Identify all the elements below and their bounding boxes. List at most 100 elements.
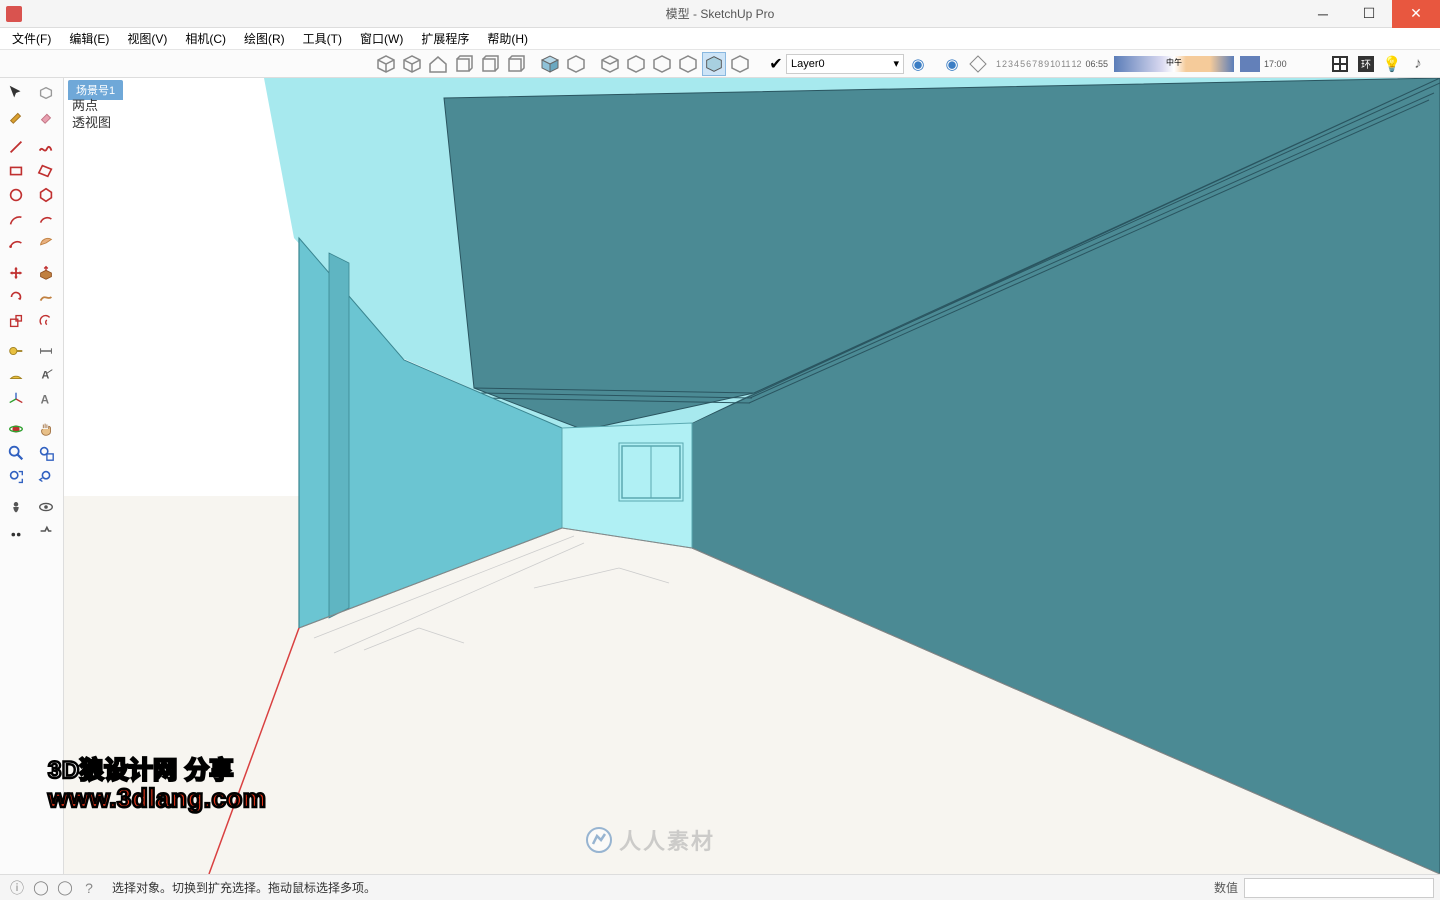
followme-tool[interactable]	[32, 286, 60, 308]
svg-text:环: 环	[1361, 60, 1371, 71]
shadow-diamond-icon[interactable]	[966, 52, 990, 76]
app-icon	[6, 6, 22, 22]
svg-text:A: A	[41, 394, 50, 407]
zoom-prev-tool[interactable]	[32, 466, 60, 488]
layer-checkmark-icon[interactable]: ✔	[768, 56, 784, 72]
status-help-icon[interactable]: ?	[78, 877, 100, 899]
status-message: 选择对象。切换到扩充选择。拖动鼠标选择多项。	[112, 879, 376, 896]
component-tool[interactable]	[32, 82, 60, 104]
eco-icon[interactable]: 环	[1354, 52, 1378, 76]
status-globe-icon[interactable]: ◯	[54, 877, 76, 899]
look-around-tool[interactable]	[32, 496, 60, 518]
time-end-label: 17:00	[1264, 59, 1287, 69]
rectangle-tool[interactable]	[2, 160, 30, 182]
cube1-icon[interactable]	[452, 52, 476, 76]
minimize-button[interactable]: ─	[1300, 0, 1346, 28]
time-end-block	[1240, 56, 1260, 72]
protractor-tool[interactable]	[2, 364, 30, 386]
menu-help[interactable]: 帮助(H)	[481, 30, 534, 47]
svg-text:A: A	[42, 370, 50, 382]
style5-icon[interactable]	[702, 52, 726, 76]
close-button[interactable]: ✕	[1392, 0, 1440, 28]
shaded-icon[interactable]	[538, 52, 562, 76]
freehand-tool[interactable]	[32, 136, 60, 158]
statusbar: ⓘ ◯ ◯ ? 选择对象。切换到扩充选择。拖动鼠标选择多项。 数值	[0, 874, 1440, 900]
text3d-tool[interactable]: A	[32, 388, 60, 410]
polygon-tool[interactable]	[32, 184, 60, 206]
pie-tool[interactable]	[32, 232, 60, 254]
zoom-window-tool[interactable]	[32, 442, 60, 464]
zoom-tool[interactable]	[2, 442, 30, 464]
lightbulb-icon[interactable]: 💡	[1380, 52, 1404, 76]
select-tool[interactable]	[2, 82, 30, 104]
window-title: 模型 - SketchUp Pro	[666, 5, 775, 22]
menubar: 文件(F) 编辑(E) 视图(V) 相机(C) 绘图(R) 工具(T) 窗口(W…	[0, 28, 1440, 50]
menu-file[interactable]: 文件(F)	[6, 30, 57, 47]
time-start-label: 06:55	[1086, 59, 1109, 69]
layer-select[interactable]: Layer0▾	[786, 54, 904, 74]
maximize-button[interactable]: ☐	[1346, 0, 1392, 28]
box2-icon[interactable]	[400, 52, 424, 76]
titlebar: 模型 - SketchUp Pro ─ ☐ ✕	[0, 0, 1440, 28]
pan-tool[interactable]	[32, 418, 60, 440]
arc-tool[interactable]	[2, 208, 30, 230]
viewport[interactable]	[64, 78, 1440, 874]
sun-icon[interactable]: ◉	[940, 52, 964, 76]
time-mid-label: 中午	[1166, 57, 1182, 68]
walk-tool[interactable]	[2, 520, 30, 542]
toolbox: A A	[0, 78, 64, 874]
text-tool[interactable]: A	[32, 364, 60, 386]
paint-tool[interactable]	[2, 106, 30, 128]
zoom-extents-tool[interactable]	[2, 466, 30, 488]
section-tool[interactable]	[32, 520, 60, 542]
status-user-icon[interactable]: ◯	[30, 877, 52, 899]
arc3-tool[interactable]	[2, 232, 30, 254]
time-slider[interactable]: 中午	[1114, 56, 1234, 72]
offset-tool[interactable]	[32, 310, 60, 332]
menu-camera[interactable]: 相机(C)	[179, 30, 232, 47]
view-mode-label: 两点 透视图	[72, 98, 111, 132]
house-icon[interactable]	[426, 52, 450, 76]
style6-icon[interactable]	[728, 52, 752, 76]
style2-icon[interactable]	[624, 52, 648, 76]
grid-icon[interactable]	[1328, 52, 1352, 76]
pushpull-tool[interactable]	[32, 262, 60, 284]
scale-tool[interactable]	[2, 310, 30, 332]
menu-draw[interactable]: 绘图(R)	[238, 30, 291, 47]
line-tool[interactable]	[2, 136, 30, 158]
cube3-icon[interactable]	[504, 52, 528, 76]
dimension-tool[interactable]	[32, 340, 60, 362]
menu-window[interactable]: 窗口(W)	[354, 30, 409, 47]
style3-icon[interactable]	[650, 52, 674, 76]
tape-tool[interactable]	[2, 340, 30, 362]
style1-icon[interactable]	[598, 52, 622, 76]
scene-tab[interactable]: 场景号1	[68, 80, 123, 100]
menu-tools[interactable]: 工具(T)	[297, 30, 348, 47]
cube2-icon[interactable]	[478, 52, 502, 76]
viewport-canvas	[64, 78, 1440, 874]
axes-tool[interactable]	[2, 388, 30, 410]
status-value-input[interactable]	[1244, 878, 1434, 898]
menu-view[interactable]: 视图(V)	[121, 30, 173, 47]
arc2-tool[interactable]	[32, 208, 60, 230]
move-tool[interactable]	[2, 262, 30, 284]
month-ruler[interactable]: 123456789101112	[996, 59, 1082, 69]
style4-icon[interactable]	[676, 52, 700, 76]
layer-value: Layer0	[791, 58, 825, 70]
eraser-tool[interactable]	[32, 106, 60, 128]
menu-edit[interactable]: 编辑(E)	[63, 30, 115, 47]
layer-globe-icon[interactable]: ◉	[906, 52, 930, 76]
box-icon[interactable]	[374, 52, 398, 76]
status-value-label: 数值	[1214, 879, 1244, 896]
rotated-rect-tool[interactable]	[32, 160, 60, 182]
note-icon[interactable]: ♪	[1406, 52, 1430, 76]
circle-tool[interactable]	[2, 184, 30, 206]
toolbar: ✔ Layer0▾ ◉ ◉ 123456789101112 06:55 中午 1…	[0, 50, 1440, 78]
shaded2-icon[interactable]	[564, 52, 588, 76]
orbit-tool[interactable]	[2, 418, 30, 440]
position-camera-tool[interactable]	[2, 496, 30, 518]
status-info-icon[interactable]: ⓘ	[6, 877, 28, 899]
rotate-tool[interactable]	[2, 286, 30, 308]
window-controls: ─ ☐ ✕	[1300, 0, 1440, 28]
menu-extensions[interactable]: 扩展程序	[415, 30, 475, 47]
